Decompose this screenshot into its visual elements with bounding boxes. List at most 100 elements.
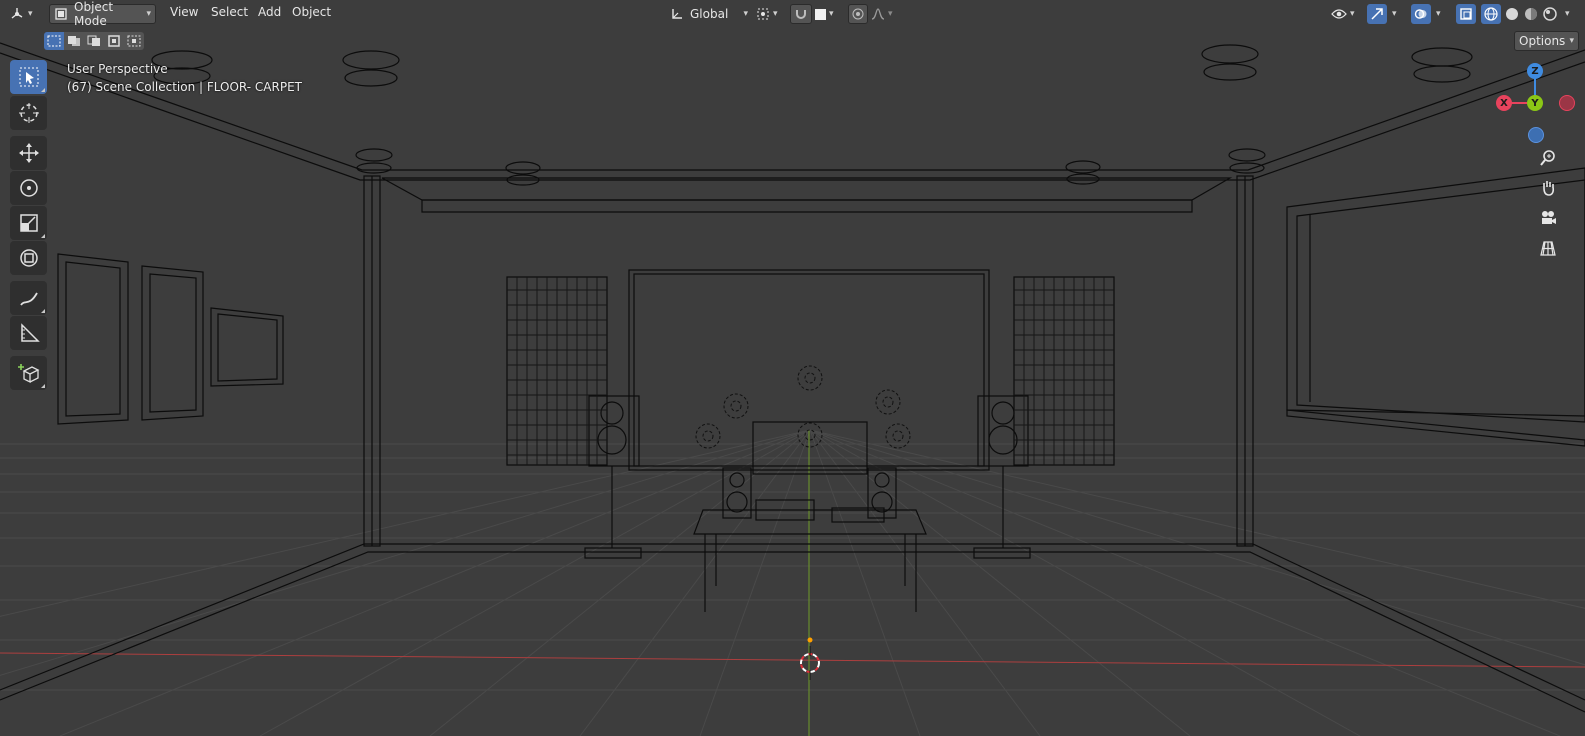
select-box-icon bbox=[18, 66, 40, 88]
transform-orientation-dropdown[interactable]: Global ▾ bbox=[670, 4, 748, 24]
solid-shading-icon bbox=[1505, 7, 1519, 21]
gizmo-x-axis[interactable]: X bbox=[1496, 95, 1512, 111]
snap-target-dropdown[interactable]: ▾ bbox=[815, 4, 843, 24]
rendered-shading-button[interactable] bbox=[1541, 4, 1559, 24]
select-extend-icon bbox=[67, 35, 81, 47]
chevron-down-icon: ▾ bbox=[773, 9, 778, 19]
perspective-grid-icon bbox=[1539, 239, 1557, 257]
3d-cursor bbox=[800, 646, 820, 680]
tool-move[interactable] bbox=[10, 136, 47, 170]
gizmo-y-axis[interactable]: Y bbox=[1527, 95, 1543, 111]
editor-type-button[interactable]: ▾ bbox=[9, 4, 41, 24]
tool-scale[interactable] bbox=[10, 206, 47, 240]
chevron-down-icon: ▾ bbox=[1569, 36, 1574, 46]
pivot-point-icon bbox=[756, 7, 770, 21]
select-intersect-button[interactable] bbox=[124, 32, 144, 50]
chevron-down-icon: ▾ bbox=[1436, 9, 1441, 19]
chevron-down-icon: ▾ bbox=[888, 9, 893, 19]
rotate-icon bbox=[18, 177, 40, 199]
select-new-button[interactable] bbox=[44, 32, 64, 50]
pivot-point-dropdown[interactable]: ▾ bbox=[756, 4, 784, 24]
tool-measure[interactable] bbox=[10, 316, 47, 350]
collection-info-text: (67) Scene Collection | FLOOR- CARPET bbox=[67, 80, 302, 94]
tool-transform[interactable] bbox=[10, 241, 47, 275]
snap-toggle[interactable] bbox=[790, 4, 812, 24]
select-subtract-icon bbox=[87, 35, 101, 47]
overlay-toggle[interactable] bbox=[1411, 4, 1431, 24]
3d-viewport[interactable] bbox=[0, 0, 1585, 736]
transform-icon bbox=[18, 247, 40, 269]
shading-dropdown[interactable]: ▾ bbox=[1562, 4, 1574, 24]
view-name-text: User Perspective bbox=[67, 62, 168, 76]
tool-add-cube[interactable] bbox=[10, 356, 47, 390]
wireframe-shading-button[interactable] bbox=[1481, 4, 1501, 24]
options-dropdown[interactable]: Options ▾ bbox=[1514, 31, 1579, 51]
object-origin bbox=[807, 637, 813, 643]
select-extend-button[interactable] bbox=[64, 32, 84, 50]
x-axis-line bbox=[0, 652, 1585, 668]
options-label: Options bbox=[1519, 34, 1566, 48]
gizmo-dropdown[interactable]: ▾ bbox=[1389, 4, 1401, 24]
menu-select[interactable]: Select bbox=[211, 5, 248, 19]
gizmo-neg-z-axis[interactable] bbox=[1528, 127, 1544, 143]
select-subtract-button[interactable] bbox=[84, 32, 104, 50]
tool-rotate[interactable] bbox=[10, 171, 47, 205]
measure-icon bbox=[18, 322, 40, 344]
zoom-icon bbox=[1539, 149, 1557, 167]
chevron-down-icon: ▾ bbox=[28, 9, 33, 19]
mode-label: Object Mode bbox=[74, 0, 114, 28]
toggle-xray-icon bbox=[1459, 7, 1473, 21]
wireframe-scene[interactable] bbox=[0, 0, 1585, 736]
object-visibility-icon bbox=[1331, 7, 1347, 21]
annotate-icon bbox=[18, 287, 40, 309]
add-cube-icon bbox=[17, 362, 40, 384]
viewport-header: ▾ Object Mode ▾ View Select Add Object G… bbox=[0, 0, 1585, 28]
scale-icon bbox=[18, 212, 40, 234]
zoom-button[interactable] bbox=[1535, 145, 1561, 171]
snap-target-icon bbox=[815, 8, 826, 20]
select-invert-button[interactable] bbox=[104, 32, 124, 50]
menu-object[interactable]: Object bbox=[292, 5, 331, 19]
menu-view[interactable]: View bbox=[170, 5, 198, 19]
solid-shading-button[interactable] bbox=[1503, 4, 1521, 24]
select-invert-icon bbox=[107, 35, 121, 47]
chevron-down-icon: ▾ bbox=[1565, 9, 1570, 19]
cursor-icon bbox=[18, 102, 40, 124]
wireframe-shading-icon bbox=[1484, 7, 1498, 21]
tool-annotate[interactable] bbox=[10, 281, 47, 315]
overlay-dropdown[interactable]: ▾ bbox=[1433, 4, 1445, 24]
pan-hand-icon bbox=[1539, 179, 1557, 197]
mode-dropdown[interactable]: Object Mode ▾ bbox=[49, 0, 156, 28]
perspective-toggle-button[interactable] bbox=[1535, 235, 1561, 261]
move-icon bbox=[18, 142, 40, 164]
orientation-icon bbox=[670, 7, 684, 21]
select-new-icon bbox=[47, 35, 61, 47]
snap-magnet-icon bbox=[794, 7, 808, 21]
camera-view-button[interactable] bbox=[1535, 205, 1561, 231]
proportional-editing-icon bbox=[852, 8, 864, 20]
3d-viewport-icon bbox=[9, 6, 25, 22]
material-preview-button[interactable] bbox=[1522, 4, 1540, 24]
visibility-dropdown[interactable]: ▾ bbox=[1331, 4, 1361, 24]
camera-view-icon bbox=[1539, 209, 1557, 227]
floor-grid bbox=[0, 429, 1585, 736]
falloff-dropdown[interactable]: ▾ bbox=[871, 4, 897, 24]
gizmo-z-axis[interactable]: Z bbox=[1527, 63, 1543, 79]
select-intersect-icon bbox=[127, 35, 141, 47]
gizmo-neg-x-axis[interactable] bbox=[1559, 95, 1575, 111]
proportional-editing-toggle[interactable] bbox=[848, 4, 868, 24]
viewport-overlays-icon bbox=[1414, 7, 1428, 21]
object-mode-icon bbox=[54, 7, 68, 21]
rendered-shading-icon bbox=[1543, 7, 1557, 21]
chevron-down-icon: ▾ bbox=[743, 9, 748, 19]
tool-cursor[interactable] bbox=[10, 96, 47, 130]
room-wireframe bbox=[0, 42, 1585, 713]
xray-toggle[interactable] bbox=[1456, 4, 1476, 24]
pan-button[interactable] bbox=[1535, 175, 1561, 201]
chevron-down-icon: ▾ bbox=[1350, 9, 1355, 19]
gizmo-toggle[interactable] bbox=[1367, 4, 1387, 24]
tool-select-box[interactable] bbox=[10, 60, 47, 94]
menu-add[interactable]: Add bbox=[258, 5, 281, 19]
material-preview-icon bbox=[1524, 7, 1538, 21]
falloff-curve-icon bbox=[871, 7, 885, 21]
